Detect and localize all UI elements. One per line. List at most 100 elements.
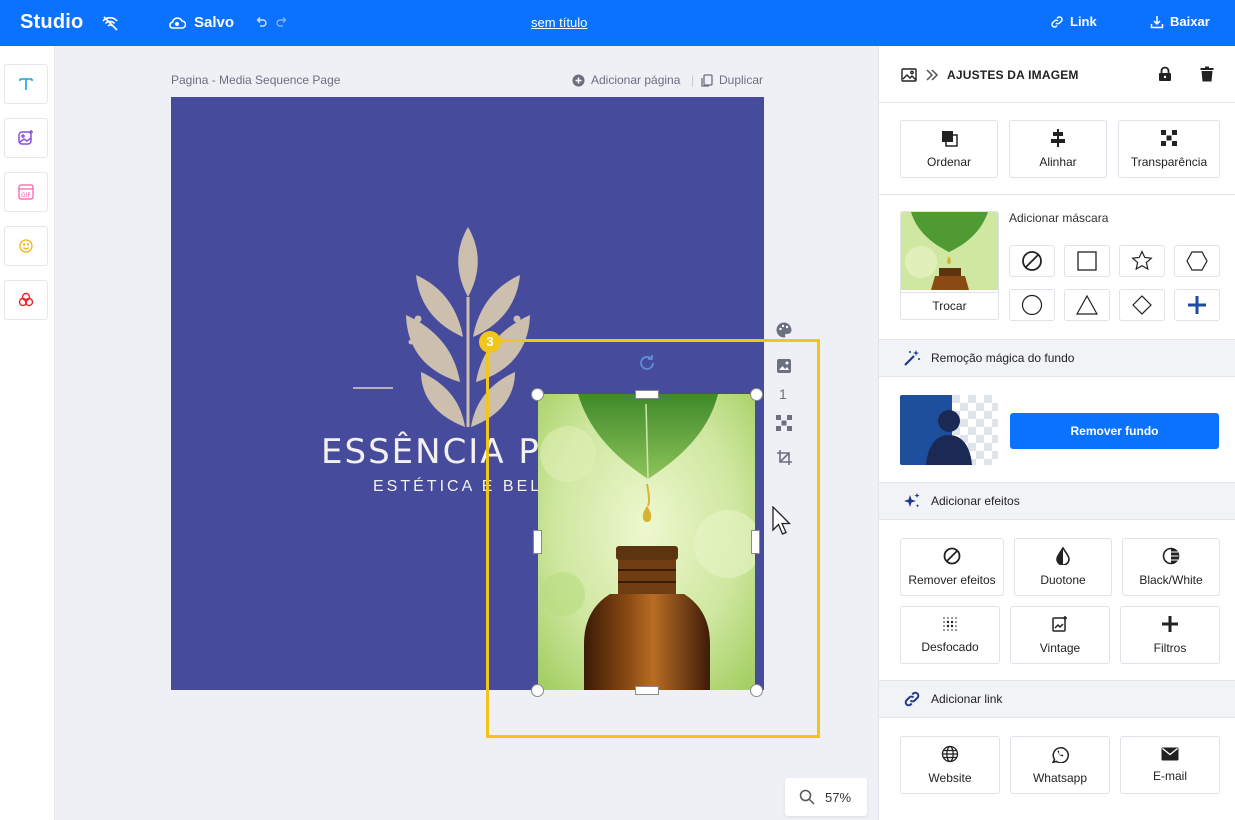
emoji-tool[interactable] xyxy=(4,226,48,266)
filters-button[interactable]: Filtros xyxy=(1120,606,1220,664)
remove-effects-button[interactable]: Remover efeitos xyxy=(900,538,1004,596)
circle-icon xyxy=(1021,294,1043,316)
text-tool[interactable] xyxy=(4,64,48,104)
lock-icon[interactable] xyxy=(1158,66,1172,87)
panel-header: AJUSTES DA IMAGEM xyxy=(879,46,1235,103)
no-effects-icon xyxy=(943,547,961,565)
website-link-button[interactable]: Website xyxy=(900,736,1000,794)
top-bar: Studio Salvo sem título Link Baixar xyxy=(0,0,1235,46)
link-button[interactable]: Link xyxy=(1050,14,1097,29)
resize-handle-left[interactable] xyxy=(533,530,542,554)
document-title[interactable]: sem título xyxy=(531,15,587,30)
app-logo[interactable]: Studio xyxy=(20,11,83,34)
align-label: Alinhar xyxy=(1039,155,1077,169)
add-page-button[interactable]: Adicionar página xyxy=(572,73,680,87)
page-number: 1 xyxy=(779,386,787,402)
panel-title: AJUSTES DA IMAGEM xyxy=(947,68,1079,82)
effects-title: Adicionar efeitos xyxy=(931,494,1020,508)
trash-icon[interactable] xyxy=(1200,66,1214,87)
saved-label: Salvo xyxy=(194,14,235,31)
image-thumbnail xyxy=(901,212,998,290)
blur-button[interactable]: Desfocado xyxy=(900,606,1000,664)
mask-circle-button[interactable] xyxy=(1009,289,1055,321)
svg-text:GIF: GIF xyxy=(21,192,31,199)
plus-icon xyxy=(1162,616,1178,632)
order-button[interactable]: Ordenar xyxy=(900,120,998,178)
resize-handle-right[interactable] xyxy=(751,530,760,554)
crop-icon[interactable] xyxy=(776,449,793,471)
duotone-button[interactable]: Duotone xyxy=(1014,538,1112,596)
palette-icon[interactable] xyxy=(775,321,793,344)
swap-label: Trocar xyxy=(901,292,998,313)
cloud-icon xyxy=(169,16,186,29)
shapes-tool[interactable] xyxy=(4,280,48,320)
header-divider: | xyxy=(691,73,695,87)
download-icon xyxy=(1150,15,1164,28)
resize-handle-top[interactable] xyxy=(635,390,659,399)
envelope-icon xyxy=(1161,747,1179,761)
effect-label: Duotone xyxy=(1040,573,1086,587)
resize-handle-bottom-right[interactable] xyxy=(750,684,763,697)
link-option-label: Website xyxy=(928,771,972,785)
mask-diamond-button[interactable] xyxy=(1119,289,1165,321)
email-link-button[interactable]: E-mail xyxy=(1120,736,1220,794)
effect-label: Desfocado xyxy=(921,640,979,654)
checkerboard-icon xyxy=(1161,130,1177,146)
mask-none-button[interactable] xyxy=(1009,245,1055,277)
link-title: Adicionar link xyxy=(931,692,1003,706)
effect-label: Vintage xyxy=(1039,641,1081,655)
mask-square-button[interactable] xyxy=(1064,245,1110,277)
gif-tool[interactable]: GIF xyxy=(4,172,48,212)
saved-status: Salvo xyxy=(168,14,234,31)
link-option-label: Whatsapp xyxy=(1032,771,1088,785)
zoom-level: 57% xyxy=(825,789,852,805)
remove-background-button[interactable]: Remover fundo xyxy=(1010,413,1219,449)
resize-handle-top-left[interactable] xyxy=(531,388,544,401)
transparency-label: Transparência xyxy=(1130,155,1208,169)
broadcast-icon xyxy=(100,13,120,38)
link-option-label: E-mail xyxy=(1152,769,1187,783)
mouse-cursor-icon xyxy=(772,505,792,541)
chevron-double-right-icon xyxy=(926,69,939,81)
align-button[interactable]: Alinhar xyxy=(1009,120,1107,178)
download-button[interactable]: Baixar xyxy=(1150,14,1210,29)
bg-removal-title: Remoção mágica do fundo xyxy=(931,351,1075,365)
undo-icon[interactable] xyxy=(255,15,267,33)
link-icon xyxy=(904,691,920,707)
image-settings-panel: AJUSTES DA IMAGEM Ordenar Alinhar Transp… xyxy=(878,46,1235,820)
plus-icon xyxy=(1188,296,1206,314)
diamond-icon xyxy=(1132,295,1152,315)
link-icon xyxy=(1051,15,1063,28)
rotate-icon[interactable] xyxy=(637,353,657,378)
vintage-button[interactable]: Vintage xyxy=(1010,606,1110,664)
resize-handle-top-right[interactable] xyxy=(750,388,763,401)
mask-triangle-button[interactable] xyxy=(1064,289,1110,321)
mask-hexagon-button[interactable] xyxy=(1174,245,1220,277)
no-mask-icon xyxy=(1022,251,1042,271)
image-tool[interactable] xyxy=(4,118,48,158)
left-toolbar: GIF xyxy=(0,46,55,820)
redo-icon[interactable] xyxy=(276,15,288,33)
order-label: Ordenar xyxy=(926,155,972,169)
duplicate-button[interactable]: Duplicar xyxy=(701,73,763,87)
black-white-button[interactable]: Black/White xyxy=(1122,538,1220,596)
gif-icon: GIF xyxy=(18,184,34,200)
transparency-button[interactable]: Transparência xyxy=(1118,120,1220,178)
plus-circle-icon xyxy=(572,74,585,86)
image-icon[interactable] xyxy=(776,358,792,379)
resize-handle-bottom[interactable] xyxy=(635,686,659,695)
magic-wand-icon xyxy=(904,350,920,366)
swap-image-card[interactable]: Trocar xyxy=(900,211,999,320)
star-icon xyxy=(1131,250,1153,271)
blur-icon xyxy=(943,617,957,631)
mask-add-button[interactable] xyxy=(1174,289,1220,321)
copy-icon xyxy=(701,73,713,87)
align-icon xyxy=(1051,129,1065,147)
text-icon xyxy=(19,78,33,90)
zoom-control[interactable]: 57% xyxy=(785,778,867,816)
mask-star-button[interactable] xyxy=(1119,245,1165,277)
whatsapp-link-button[interactable]: Whatsapp xyxy=(1010,736,1110,794)
layer-badge: 3 xyxy=(479,331,501,353)
resize-handle-bottom-left[interactable] xyxy=(531,684,544,697)
transparency-icon[interactable] xyxy=(775,414,793,437)
